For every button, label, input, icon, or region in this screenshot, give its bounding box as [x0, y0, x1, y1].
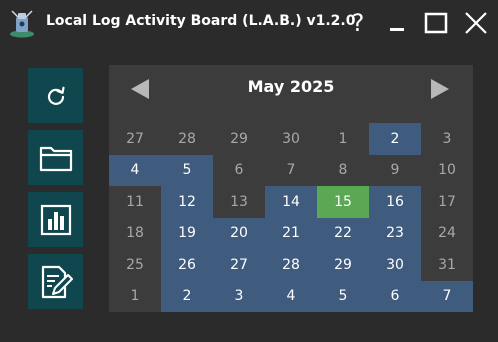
- calendar-day[interactable]: 25: [109, 249, 161, 281]
- calendar-day[interactable]: 8: [317, 155, 369, 187]
- calendar-day[interactable]: 30: [369, 249, 421, 281]
- maximize-button[interactable]: [418, 6, 454, 40]
- calendar-day[interactable]: 17: [421, 186, 473, 218]
- window-title: Local Log Activity Board (L.A.B.) v1.2.0: [46, 13, 356, 29]
- calendar-day[interactable]: 11: [109, 186, 161, 218]
- edit-document-icon: [41, 265, 73, 298]
- calendar-day[interactable]: 29: [317, 249, 369, 281]
- calendar-day[interactable]: 6: [369, 280, 421, 312]
- calendar-day[interactable]: 20: [213, 217, 265, 249]
- statistics-button[interactable]: [28, 192, 83, 247]
- calendar-day[interactable]: 27: [109, 123, 161, 155]
- calendar-day[interactable]: 23: [369, 217, 421, 249]
- next-month-icon[interactable]: [429, 77, 451, 101]
- calendar-day[interactable]: 12: [161, 186, 213, 218]
- calendar-day[interactable]: 5: [317, 280, 369, 312]
- calendar-day[interactable]: 7: [265, 155, 317, 187]
- calendar-day[interactable]: 26: [161, 249, 213, 281]
- calendar-day[interactable]: 3: [213, 280, 265, 312]
- calendar-panel: May 2025 27 28 29 30 1 2 3 4 5 6 7 8 9 10 11 12 13 14 15 16…: [109, 65, 473, 312]
- title-bar: Local Log Activity Board (L.A.B.) v1.2.0…: [0, 0, 498, 46]
- calendar-day[interactable]: 18: [109, 218, 161, 250]
- help-button[interactable]: ?: [340, 6, 376, 40]
- calendar-day-grid: 27 28 29 30 1 2 3 4 5 6 7 8 9 10 11 12 13 14 15 16 17 18 19 20 2…: [109, 123, 473, 312]
- calendar-day[interactable]: 29: [213, 123, 265, 155]
- calendar-day[interactable]: 4: [109, 154, 161, 186]
- calendar-day[interactable]: 15: [317, 186, 369, 218]
- calendar-day[interactable]: 9: [369, 155, 421, 187]
- calendar-day[interactable]: 24: [421, 218, 473, 250]
- close-icon: [465, 12, 487, 34]
- calendar-day[interactable]: 31: [421, 249, 473, 281]
- close-button[interactable]: [458, 6, 494, 40]
- calendar-day[interactable]: 16: [369, 186, 421, 218]
- refresh-icon: [47, 86, 65, 105]
- calendar-day[interactable]: 13: [213, 186, 265, 218]
- calendar-day[interactable]: 22: [317, 217, 369, 249]
- bar-chart-icon: [40, 204, 71, 235]
- calendar-day[interactable]: 10: [421, 155, 473, 187]
- calendar-day[interactable]: 27: [213, 249, 265, 281]
- calendar-day[interactable]: 2: [369, 123, 421, 155]
- calendar-day[interactable]: 21: [265, 217, 317, 249]
- calendar-day[interactable]: 7: [421, 280, 473, 312]
- maximize-icon: [424, 12, 448, 34]
- calendar-day[interactable]: 6: [213, 155, 265, 187]
- calendar-day[interactable]: 30: [265, 123, 317, 155]
- open-folder-button[interactable]: [28, 130, 83, 185]
- minimize-button[interactable]: [380, 6, 416, 40]
- calendar-day[interactable]: 1: [109, 281, 161, 313]
- folder-icon: [39, 146, 72, 171]
- log-entry-button[interactable]: [28, 254, 83, 309]
- app-logo-icon: [10, 10, 34, 38]
- calendar-day[interactable]: 5: [161, 154, 213, 186]
- calendar-day[interactable]: 28: [265, 249, 317, 281]
- calendar-day[interactable]: 19: [161, 217, 213, 249]
- calendar-day[interactable]: 2: [161, 280, 213, 312]
- month-label[interactable]: May 2025: [109, 77, 473, 96]
- calendar-day[interactable]: 28: [161, 123, 213, 155]
- calendar-day[interactable]: 3: [421, 123, 473, 155]
- minimize-icon: [390, 28, 404, 31]
- refresh-button[interactable]: [28, 68, 83, 123]
- calendar-day[interactable]: 1: [317, 123, 369, 155]
- calendar-day[interactable]: 4: [265, 280, 317, 312]
- calendar-header: May 2025: [109, 65, 473, 112]
- help-label: ?: [351, 9, 365, 37]
- calendar-day[interactable]: 14: [265, 186, 317, 218]
